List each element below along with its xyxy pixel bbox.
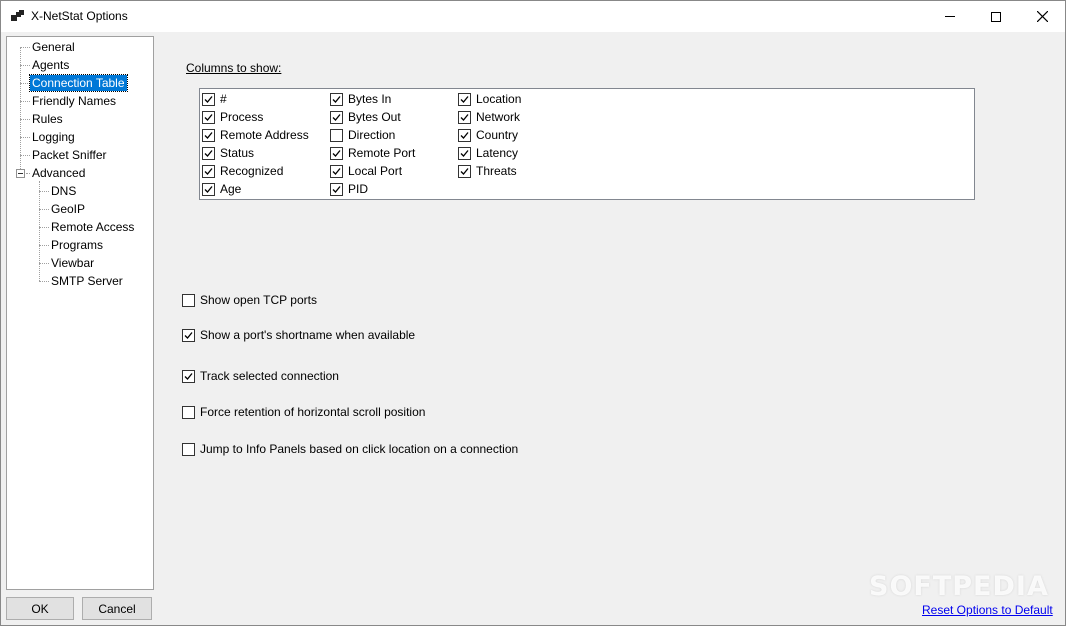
window-title: X-NetStat Options	[31, 9, 128, 23]
checkbox-checked-icon[interactable]	[458, 110, 471, 124]
maximize-icon	[991, 11, 1001, 22]
checkbox-label: Bytes In	[348, 92, 392, 106]
collapse-advanced-icon[interactable]	[16, 169, 25, 178]
tree-item-logging[interactable]: Logging	[30, 129, 77, 145]
softpedia-watermark: SOFTPEDIA	[869, 571, 1049, 602]
tree-item-geoip[interactable]: GeoIP	[49, 201, 87, 217]
tree-item-general[interactable]: General	[30, 39, 77, 55]
tree-item-programs[interactable]: Programs	[49, 237, 105, 253]
option-checkbox-show-open-tcp-ports[interactable]: Show open TCP ports	[182, 292, 317, 308]
checkbox-label: Bytes Out	[348, 110, 401, 124]
checkbox-checked-icon[interactable]	[458, 128, 471, 142]
checkbox-checked-icon[interactable]	[202, 146, 215, 160]
tree-item-smtp-server[interactable]: SMTP Server	[49, 273, 125, 289]
close-icon	[1036, 11, 1048, 22]
column-checkbox-location[interactable]: Location	[458, 91, 521, 107]
checkbox-label: Age	[220, 182, 242, 196]
tree-item-agents[interactable]: Agents	[30, 57, 71, 73]
tree-item-viewbar[interactable]: Viewbar	[49, 255, 96, 271]
checkbox-unchecked-icon[interactable]	[182, 442, 195, 456]
column-checkbox-bytes-out[interactable]: Bytes Out	[330, 109, 401, 125]
checkbox-checked-icon[interactable]	[458, 164, 471, 178]
checkbox-checked-icon[interactable]	[330, 110, 343, 124]
checkbox-label: Force retention of horizontal scroll pos…	[200, 405, 426, 419]
checkbox-unchecked-icon[interactable]	[330, 128, 343, 142]
checkbox-label: Track selected connection	[200, 369, 339, 383]
tree-item-packet-sniffer[interactable]: Packet Sniffer	[30, 147, 108, 163]
checkbox-label: Jump to Info Panels based on click locat…	[200, 442, 519, 456]
checkbox-label: Local Port	[348, 164, 403, 178]
columns-list: # Process Remote Address Status Recognized Ag…	[199, 88, 975, 200]
ok-button[interactable]: OK	[6, 597, 74, 620]
option-checkbox-force-retention-of-horizontal-scroll-pos[interactable]: Force retention of horizontal scroll pos…	[182, 404, 425, 420]
checkbox-checked-icon[interactable]	[202, 128, 215, 142]
checkbox-checked-icon[interactable]	[182, 369, 195, 383]
reset-options-link[interactable]: Reset Options to Default	[922, 603, 1053, 617]
checkbox-label: Country	[476, 128, 519, 142]
column-checkbox-direction[interactable]: Direction	[330, 127, 395, 143]
column-checkbox-age[interactable]: Age	[202, 181, 241, 197]
checkbox-checked-icon[interactable]	[458, 92, 471, 106]
column-checkbox-network[interactable]: Network	[458, 109, 520, 125]
column-checkbox-latency[interactable]: Latency	[458, 145, 518, 161]
checkbox-checked-icon[interactable]	[202, 110, 215, 124]
option-checkbox-show-a-port-s-shortname-when-available[interactable]: Show a port's shortname when available	[182, 327, 415, 343]
columns-section-label: Columns to show:	[186, 61, 282, 75]
checkbox-checked-icon[interactable]	[330, 164, 343, 178]
column-checkbox-status[interactable]: Status	[202, 145, 254, 161]
checkbox-checked-icon[interactable]	[458, 146, 471, 160]
checkbox-label: Threats	[476, 164, 517, 178]
column-checkbox-number[interactable]: #	[202, 91, 227, 107]
checkbox-label: Latency	[476, 146, 519, 160]
column-checkbox-remote-port[interactable]: Remote Port	[330, 145, 415, 161]
column-checkbox-pid[interactable]: PID	[330, 181, 368, 197]
tree-item-rules[interactable]: Rules	[30, 111, 65, 127]
tree-item-remote-access[interactable]: Remote Access	[49, 219, 136, 235]
checkbox-label: Status	[220, 146, 255, 160]
app-icon	[11, 10, 25, 22]
minimize-button[interactable]	[927, 1, 973, 32]
checkbox-label: Show a port's shortname when available	[200, 328, 416, 342]
column-checkbox-bytes-in[interactable]: Bytes In	[330, 91, 391, 107]
checkbox-label: #	[220, 92, 227, 106]
options-tree[interactable]: General Agents Connection Table Friendly…	[6, 36, 154, 590]
checkbox-unchecked-icon[interactable]	[182, 293, 195, 307]
checkbox-checked-icon[interactable]	[330, 92, 343, 106]
checkbox-checked-icon[interactable]	[202, 164, 215, 178]
column-checkbox-local-port[interactable]: Local Port	[330, 163, 402, 179]
checkbox-label: Process	[220, 110, 264, 124]
checkbox-checked-icon[interactable]	[202, 182, 215, 196]
checkbox-checked-icon[interactable]	[330, 182, 343, 196]
maximize-button[interactable]	[973, 1, 1019, 32]
column-checkbox-country[interactable]: Country	[458, 127, 518, 143]
cancel-button[interactable]: Cancel	[82, 597, 152, 620]
checkbox-checked-icon[interactable]	[330, 146, 343, 160]
column-checkbox-threats[interactable]: Threats	[458, 163, 517, 179]
title-bar[interactable]: X-NetStat Options	[1, 1, 1065, 32]
checkbox-label: Show open TCP ports	[200, 293, 317, 307]
close-button[interactable]	[1019, 1, 1065, 32]
checkbox-label: PID	[348, 182, 369, 196]
column-checkbox-process[interactable]: Process	[202, 109, 263, 125]
checkbox-label: Location	[476, 92, 522, 106]
option-checkbox-track-selected-connection[interactable]: Track selected connection	[182, 368, 339, 384]
column-checkbox-remote-address[interactable]: Remote Address	[202, 127, 309, 143]
checkbox-label: Direction	[348, 128, 396, 142]
checkbox-checked-icon[interactable]	[182, 328, 195, 342]
tree-item-connection-table[interactable]: Connection Table	[29, 74, 128, 92]
checkbox-label: Network	[476, 110, 521, 124]
checkbox-checked-icon[interactable]	[202, 92, 215, 106]
option-checkbox-jump-to-info-panels-based-on-click-locat[interactable]: Jump to Info Panels based on click locat…	[182, 441, 518, 457]
tree-item-dns[interactable]: DNS	[49, 183, 78, 199]
checkbox-label: Remote Address	[220, 128, 309, 142]
options-window: X-NetStat Options General Agents Connect…	[0, 0, 1066, 626]
minimize-icon	[945, 16, 955, 17]
checkbox-label: Recognized	[220, 164, 284, 178]
checkbox-unchecked-icon[interactable]	[182, 405, 195, 419]
tree-item-advanced[interactable]: Advanced	[30, 165, 87, 181]
column-checkbox-recognized[interactable]: Recognized	[202, 163, 283, 179]
tree-item-friendly-names[interactable]: Friendly Names	[30, 93, 118, 109]
checkbox-label: Remote Port	[348, 146, 416, 160]
